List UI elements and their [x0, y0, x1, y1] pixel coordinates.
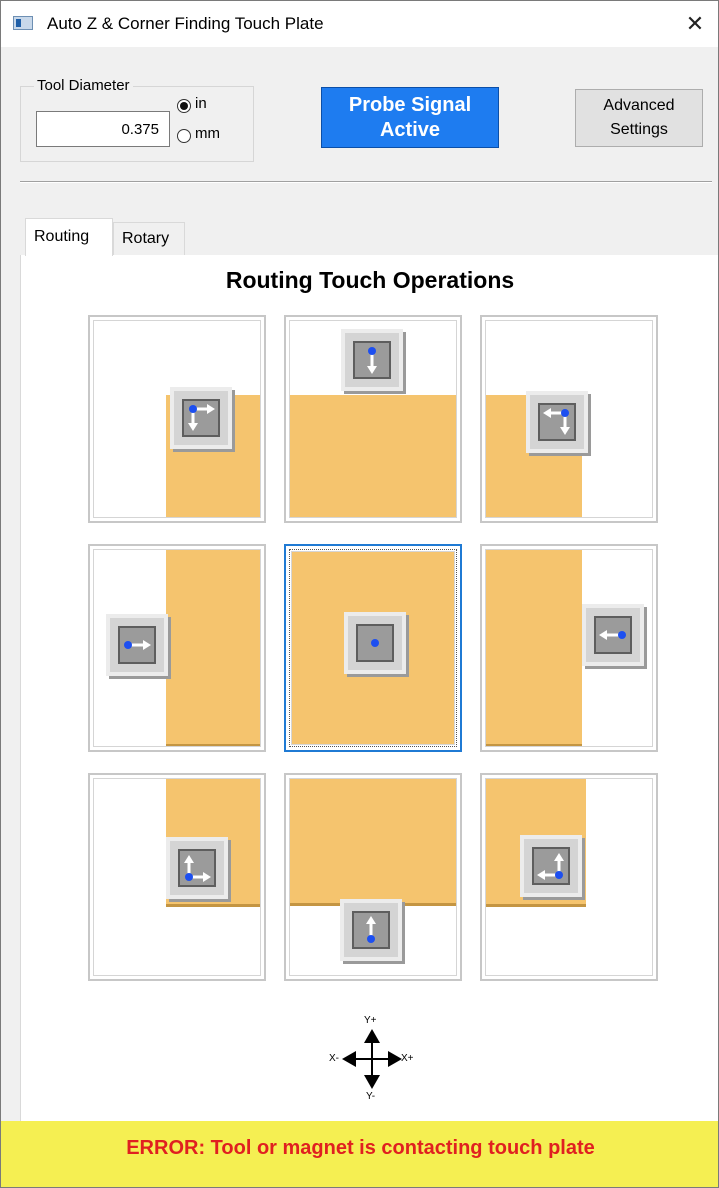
probe-signal-line1: Probe Signal: [348, 94, 472, 116]
unit-mm-radio[interactable]: [177, 129, 191, 143]
operation-bottom[interactable]: [284, 773, 462, 981]
operation-left[interactable]: [88, 544, 266, 752]
operation-center[interactable]: [284, 544, 462, 752]
touch-plate-icon: [582, 604, 644, 666]
unit-in-label: in: [195, 95, 207, 112]
advanced-settings-button[interactable]: Advanced Settings: [575, 89, 703, 147]
touch-plate-icon: [344, 612, 406, 674]
touch-plate-icon: [106, 614, 168, 676]
arrow-up-icon: [366, 916, 376, 943]
probe-dot-icon: [371, 639, 379, 647]
tool-diameter-input[interactable]: [36, 111, 170, 147]
axes-indicator: Y+ Y- X- X+: [327, 1013, 417, 1105]
operation-top-right[interactable]: [480, 315, 658, 523]
touch-plate-icon: [520, 835, 582, 897]
operation-top[interactable]: [284, 315, 462, 523]
window-title: Auto Z & Corner Finding Touch Plate: [47, 14, 324, 33]
operation-bottom-left[interactable]: [88, 773, 266, 981]
touch-plate-icon: [526, 391, 588, 453]
operation-top-left[interactable]: [88, 315, 266, 523]
separator: [20, 181, 712, 183]
probe-signal-indicator: Probe Signal Active: [321, 87, 499, 148]
close-icon: ✕: [685, 11, 705, 36]
advanced-settings-line1: Advanced: [603, 97, 675, 114]
arrow-right-icon: [124, 640, 151, 650]
arrow-right-down-icon: [188, 404, 215, 431]
arrow-left-up-icon: [537, 853, 564, 880]
touch-plate-icon: [340, 899, 402, 961]
probe-signal-line2: Active: [379, 119, 441, 141]
axis-label-y-minus: Y-: [366, 1091, 376, 1102]
operation-right[interactable]: [480, 544, 658, 752]
axis-label-x-minus: X-: [329, 1053, 339, 1064]
unit-mm-label: mm: [195, 125, 220, 142]
unit-in-radio[interactable]: [177, 99, 191, 113]
advanced-settings-line2: Settings: [610, 121, 668, 138]
arrow-down-icon: [367, 347, 377, 374]
app-icon: [13, 16, 33, 30]
touch-plate-window: Auto Z & Corner Finding Touch Plate ✕ To…: [0, 0, 719, 1188]
arrow-right-up-icon: [184, 855, 211, 882]
tool-diameter-label: Tool Diameter: [34, 77, 133, 94]
axis-label-y-plus: Y+: [364, 1015, 377, 1026]
error-message: ERROR: Tool or magnet is contacting touc…: [126, 1137, 595, 1159]
tab-routing[interactable]: Routing: [25, 218, 113, 256]
title-bar: Auto Z & Corner Finding Touch Plate ✕: [1, 1, 718, 47]
arrow-left-icon: [599, 630, 626, 640]
arrow-left-down-icon: [543, 408, 570, 435]
touch-plate-icon: [170, 387, 232, 449]
tab-rotary[interactable]: Rotary: [113, 222, 185, 255]
touch-plate-icon: [166, 837, 228, 899]
close-button[interactable]: ✕: [672, 1, 718, 47]
panel-title: Routing Touch Operations: [225, 267, 515, 293]
axis-label-x-plus: X+: [401, 1053, 414, 1064]
touch-plate-icon: [341, 329, 403, 391]
operation-bottom-right[interactable]: [480, 773, 658, 981]
